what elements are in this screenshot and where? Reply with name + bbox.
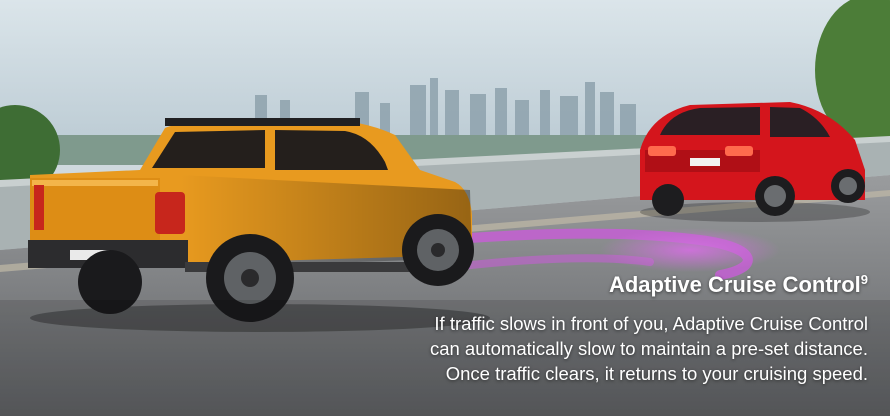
feature-description-line-1: If traffic slows in front of you, Adapti… [434,313,868,334]
feature-title: Adaptive Cruise Control9 [268,266,868,299]
footnote-marker: 9 [860,272,868,287]
hero-image: Adaptive Cruise Control9 If traffic slow… [0,0,890,416]
feature-title-text: Adaptive Cruise Control [608,272,861,297]
feature-description-line-3: Once traffic clears, it returns to your … [445,363,868,384]
feature-description-line-2: can automatically slow to maintain a pre… [429,338,868,359]
feature-caption: Adaptive Cruise Control9 If traffic slow… [268,266,868,386]
